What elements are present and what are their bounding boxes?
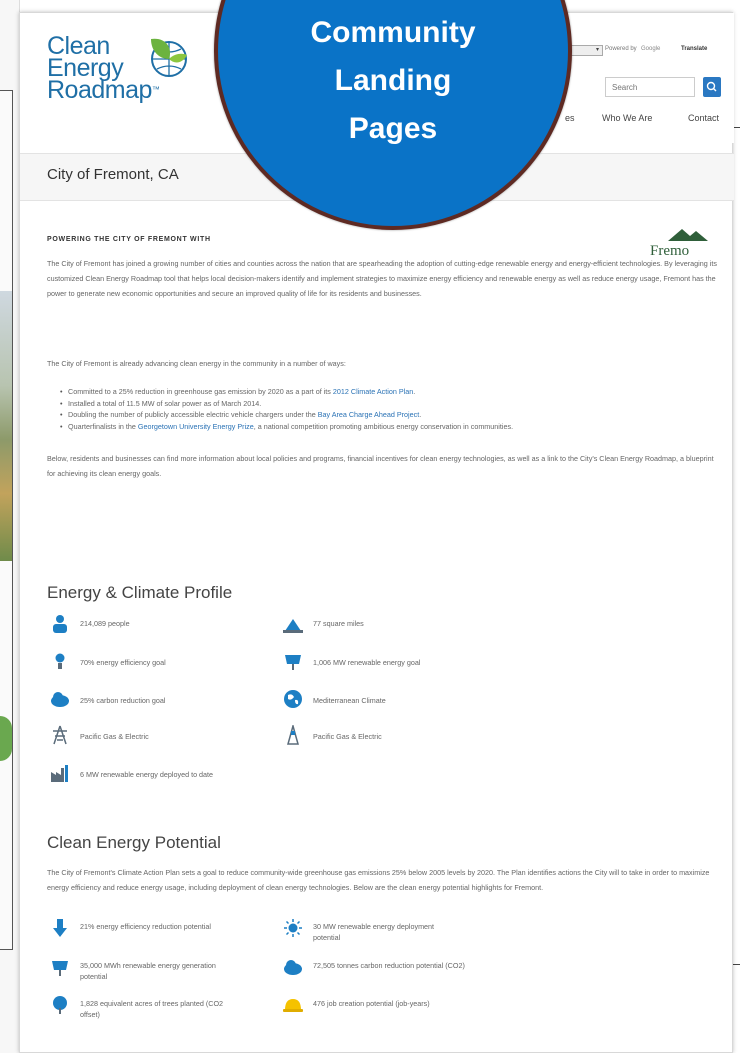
potential-item-generation: 35,000 MWh renewable energy generation p… bbox=[80, 961, 216, 981]
arrow-down-icon bbox=[53, 919, 67, 937]
cloud-icon bbox=[284, 960, 302, 975]
profile-item-carbon-goal: 25% carbon reduction goal bbox=[80, 696, 166, 705]
list-item: Quarterfinalists in the Georgetown Unive… bbox=[60, 421, 720, 433]
potential-paragraph: The City of Fremont's Climate Action Pla… bbox=[47, 868, 710, 892]
lightbulb-icon bbox=[55, 653, 65, 669]
energy-prize-link[interactable]: Georgetown University Energy Prize bbox=[138, 422, 254, 431]
badge-line-2: Landing bbox=[334, 64, 452, 97]
factory-icon bbox=[51, 765, 68, 782]
search-input[interactable] bbox=[605, 77, 695, 97]
achievements-list: Committed to a 25% reduction in greenhou… bbox=[60, 386, 720, 432]
nav-item-contact[interactable]: Contact bbox=[688, 113, 719, 123]
cloud-icon bbox=[51, 692, 69, 707]
badge-line-1: Community bbox=[310, 16, 476, 49]
potential-item-carbon: 72,505 tonnes carbon reduction potential… bbox=[313, 961, 465, 970]
globe-icon bbox=[284, 690, 302, 708]
list-item: Doubling the number of publicly accessib… bbox=[60, 409, 720, 421]
hard-hat-icon bbox=[283, 999, 303, 1012]
potential-item-jobs: 476 job creation potential (job-years) bbox=[313, 999, 430, 1008]
solar-panel-icon bbox=[285, 655, 301, 670]
charge-ahead-link[interactable]: Bay Area Charge Ahead Project bbox=[318, 410, 420, 419]
mountain-icon bbox=[668, 229, 708, 241]
screenshot-stage: Clean Energy Roadmap™ ▾ Powered by Googl… bbox=[0, 0, 740, 1053]
background-card-left bbox=[0, 90, 13, 950]
power-tower-icon bbox=[53, 725, 67, 745]
profile-item-area: 77 square miles bbox=[313, 619, 364, 628]
background-photo bbox=[0, 291, 12, 561]
list-item: Committed to a 25% reduction in greenhou… bbox=[60, 386, 720, 398]
nav-item-who-we-are[interactable]: Who We Are bbox=[602, 113, 652, 123]
translate-link[interactable]: Translate bbox=[681, 46, 707, 52]
area-icon bbox=[283, 619, 303, 633]
logo-line-3: Roadmap™ bbox=[47, 76, 160, 104]
potential-item-efficiency: 21% energy efficiency reduction potentia… bbox=[80, 922, 211, 931]
leaf-graphic bbox=[0, 716, 12, 761]
intro-paragraph: The City of Fremont has joined a growing… bbox=[47, 259, 717, 298]
potential-item-deployment: 30 MW renewable energy deployment potent… bbox=[313, 922, 435, 942]
solar-panel-icon bbox=[52, 961, 68, 976]
potential-item-trees: 1,828 equivalent acres of trees planted … bbox=[80, 999, 224, 1019]
powered-by-label: Powered by bbox=[605, 46, 637, 52]
below-paragraph: Below, residents and businesses can find… bbox=[47, 454, 714, 478]
powering-heading: POWERING THE CITY OF FREMONT WITH bbox=[47, 236, 211, 243]
profile-heading: Energy & Climate Profile bbox=[47, 583, 233, 602]
list-item: Installed a total of 11.5 MW of solar po… bbox=[60, 398, 720, 410]
page-title: City of Fremont, CA bbox=[47, 166, 179, 183]
badge-title: Community Landing Pages bbox=[214, 0, 572, 153]
sun-icon bbox=[284, 919, 302, 937]
logo-globe-icon bbox=[151, 38, 187, 77]
search-icon bbox=[706, 81, 717, 92]
potential-heading: Clean Energy Potential bbox=[47, 833, 221, 852]
advancing-paragraph: The City of Fremont is already advancing… bbox=[47, 359, 346, 368]
badge-line-3: Pages bbox=[348, 112, 438, 145]
search-button[interactable] bbox=[703, 77, 721, 97]
tree-icon bbox=[53, 996, 67, 1014]
google-label: Google bbox=[641, 46, 661, 52]
profile-item-climate: Mediterranean Climate bbox=[313, 696, 386, 705]
climate-action-plan-link[interactable]: 2012 Climate Action Plan bbox=[333, 387, 413, 396]
profile-item-utility: Pacific Gas & Electric bbox=[80, 732, 149, 741]
site-logo[interactable]: Clean Energy Roadmap™ bbox=[47, 34, 160, 104]
profile-item-gas-utility: Pacific Gas & Electric bbox=[313, 732, 382, 741]
people-icon bbox=[53, 615, 67, 633]
profile-item-population: 214,089 people bbox=[80, 619, 130, 628]
profile-item-efficiency-goal: 70% energy efficiency goal bbox=[80, 658, 166, 667]
profile-item-renewable-goal: 1,006 MW renewable energy goal bbox=[313, 658, 421, 667]
translate-widget: ▾ Powered by Google Translate bbox=[563, 43, 723, 59]
gas-tower-icon bbox=[287, 725, 299, 745]
profile-item-deployed: 6 MW renewable energy deployed to date bbox=[80, 770, 214, 779]
